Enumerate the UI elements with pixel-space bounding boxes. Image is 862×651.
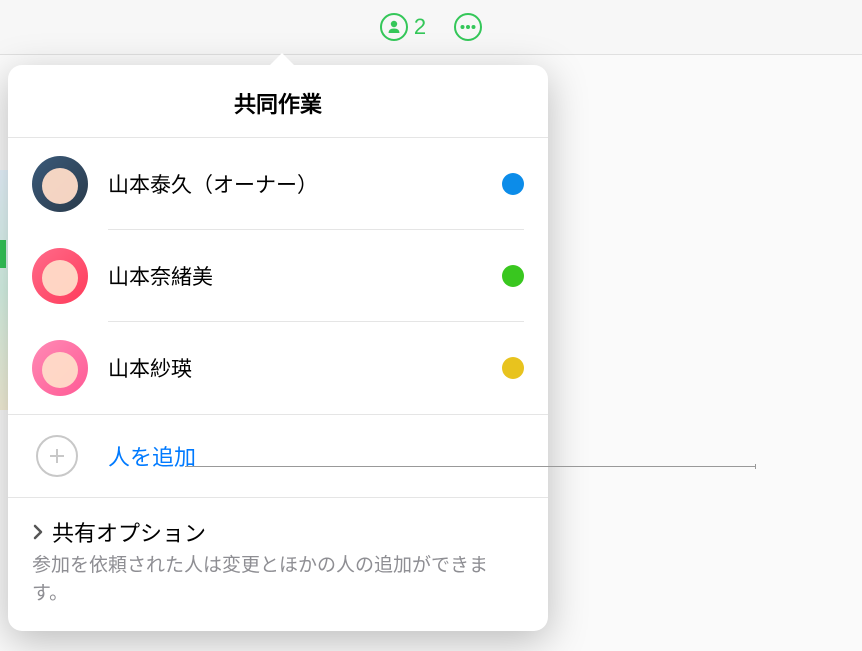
people-count: 2 [414,14,426,40]
toolbar: 2 [0,0,862,55]
callout-line [185,466,755,467]
share-options-title: 共有オプション [52,516,206,548]
add-person-label: 人を追加 [108,440,196,472]
status-dot [502,357,524,379]
share-options-description: 参加を依頼された人は変更とほかの人の追加ができます。 [32,552,524,607]
avatar [32,248,88,304]
participant-name: 山本泰久（オーナー） [108,169,502,199]
participant-row[interactable]: 山本泰久（オーナー） [8,138,548,230]
more-button[interactable] [454,13,482,41]
people-icon [380,13,408,41]
participant-name: 山本奈緒美 [108,261,502,291]
popover-title: 共同作業 [8,87,548,119]
collaboration-popover: 共同作業 山本泰久（オーナー） 山本奈緒美 山本紗瑛 人を追加 [8,65,548,631]
avatar [32,340,88,396]
participant-row[interactable]: 山本紗瑛 [8,322,548,414]
avatar [32,156,88,212]
share-options-section[interactable]: 共有オプション 参加を依頼された人は変更とほかの人の追加ができます。 [8,497,548,631]
status-dot [502,173,524,195]
plus-icon [36,435,78,477]
popover-header: 共同作業 [8,65,548,138]
chevron-right-icon [32,524,44,540]
ellipsis-icon [460,25,476,29]
participant-row[interactable]: 山本奈緒美 [8,230,548,322]
collaborate-button[interactable]: 2 [380,13,426,41]
add-person-button[interactable]: 人を追加 [8,415,548,497]
participant-list: 山本泰久（オーナー） 山本奈緒美 山本紗瑛 [8,138,548,414]
status-dot [502,265,524,287]
participant-name: 山本紗瑛 [108,353,502,383]
